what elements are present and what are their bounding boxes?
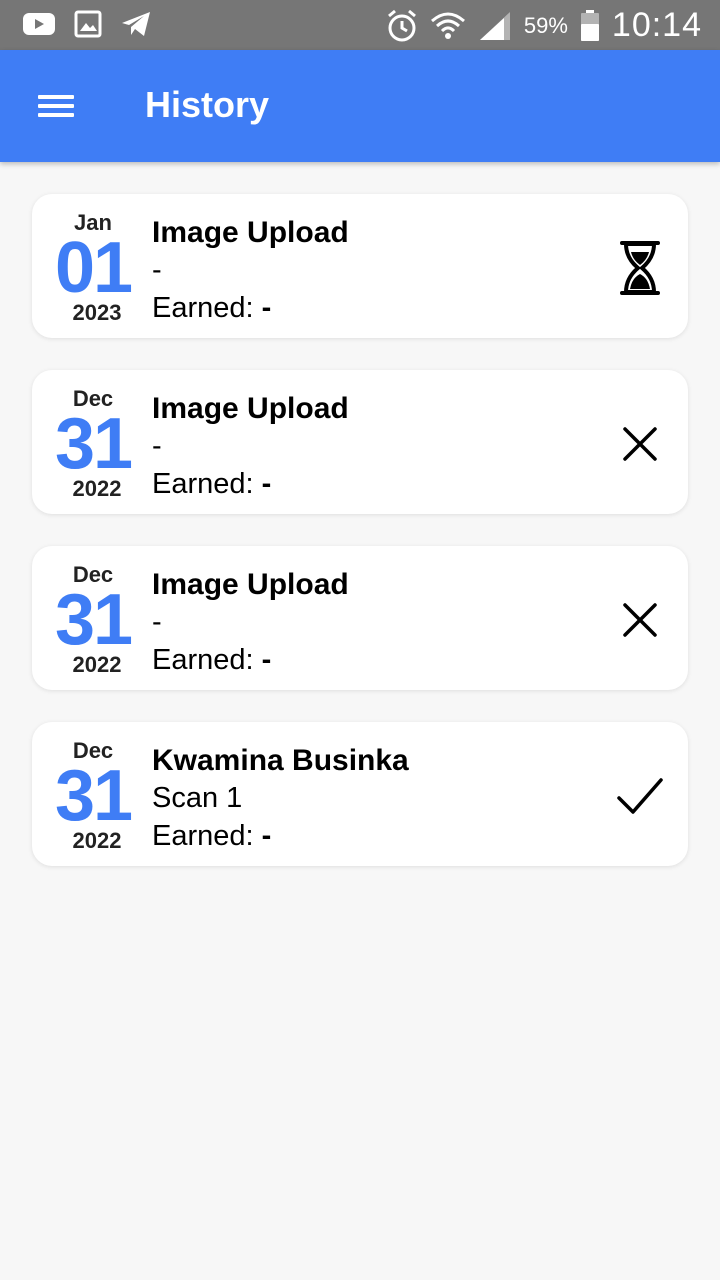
page-title: History bbox=[145, 84, 270, 125]
youtube-icon bbox=[22, 11, 56, 37]
hourglass-icon bbox=[616, 240, 664, 296]
gallery-icon bbox=[74, 10, 102, 38]
item-subtitle: - bbox=[152, 430, 162, 462]
date-block: Dec 31 2022 bbox=[38, 738, 148, 854]
date-block: Dec 31 2022 bbox=[38, 386, 148, 502]
close-icon bbox=[616, 416, 664, 472]
check-icon bbox=[616, 768, 664, 824]
app-bar: History bbox=[0, 50, 720, 162]
hamburger-menu-icon[interactable] bbox=[28, 86, 84, 126]
status-bar: 59% 10:14 bbox=[0, 0, 720, 50]
date-block: Jan 01 2023 bbox=[38, 210, 148, 326]
date-day: 31 bbox=[54, 580, 133, 660]
battery-icon bbox=[580, 9, 600, 42]
alarm-icon bbox=[386, 9, 418, 43]
history-item[interactable]: Dec 31 2022 Image Upload - Earned: - bbox=[32, 370, 688, 514]
date-day: 31 bbox=[54, 756, 133, 836]
signal-icon bbox=[478, 10, 512, 42]
item-earned: Earned: - bbox=[152, 642, 349, 678]
earned-value: - bbox=[261, 468, 272, 500]
clock: 10:14 bbox=[611, 6, 702, 44]
history-list: Jan 01 2023 Image Upload - Earned: - Dec… bbox=[32, 194, 688, 898]
date-day: 01 bbox=[54, 228, 133, 308]
item-title: Image Upload bbox=[152, 568, 349, 601]
item-earned: Earned: - bbox=[152, 290, 349, 326]
earned-value: - bbox=[261, 820, 272, 852]
earned-value: - bbox=[261, 292, 272, 324]
wifi-icon bbox=[430, 9, 466, 43]
date-block: Dec 31 2022 bbox=[38, 562, 148, 678]
telegram-icon bbox=[120, 10, 152, 38]
item-earned: Earned: - bbox=[152, 818, 409, 854]
earned-label: Earned: bbox=[152, 820, 262, 852]
history-item[interactable]: Dec 31 2022 Image Upload - Earned: - bbox=[32, 546, 688, 690]
history-item[interactable]: Jan 01 2023 Image Upload - Earned: - bbox=[32, 194, 688, 338]
earned-label: Earned: bbox=[152, 644, 262, 676]
earned-value: - bbox=[261, 644, 272, 676]
item-earned: Earned: - bbox=[152, 466, 349, 502]
earned-label: Earned: bbox=[152, 292, 262, 324]
item-subtitle: - bbox=[152, 606, 162, 638]
item-title: Image Upload bbox=[152, 216, 349, 249]
date-day: 31 bbox=[54, 404, 133, 484]
item-title: Image Upload bbox=[152, 392, 349, 425]
close-icon bbox=[616, 592, 664, 648]
history-item[interactable]: Dec 31 2022 Kwamina Businka Scan 1 Earne… bbox=[32, 722, 688, 866]
item-subtitle: - bbox=[152, 254, 162, 286]
earned-label: Earned: bbox=[152, 468, 262, 500]
battery-percent: 59% bbox=[523, 12, 568, 38]
item-title: Kwamina Businka bbox=[152, 744, 409, 777]
item-subtitle: Scan 1 bbox=[152, 782, 243, 814]
